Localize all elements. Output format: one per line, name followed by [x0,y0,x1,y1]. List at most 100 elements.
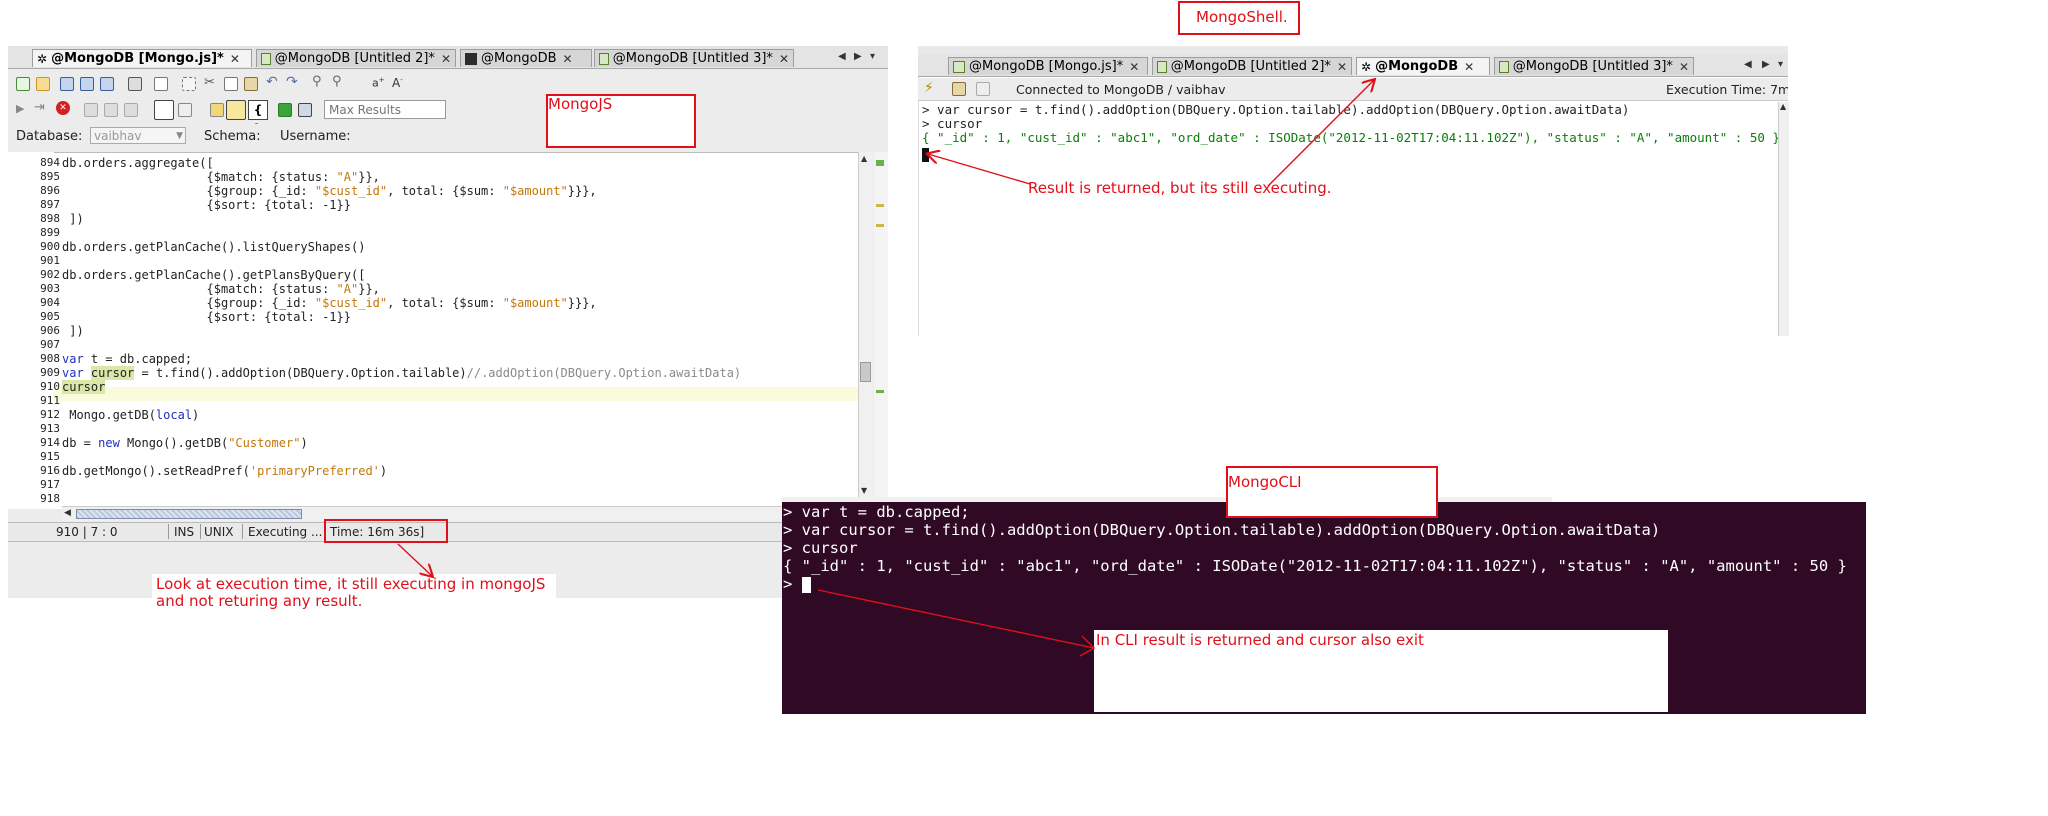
output-icon[interactable] [178,103,192,117]
save-all-icon[interactable] [100,77,114,91]
mongodb-icon [1499,60,1509,73]
paste-icon[interactable] [952,82,966,96]
mongoshell-toolbar: ⚡ Connected to MongoDB / vaibhav Executi… [918,78,1788,101]
stop-icon[interactable]: ✕ [56,101,70,115]
save-icon[interactable] [60,77,74,91]
find-replace-icon[interactable]: ⚲ [332,74,342,89]
explain-icon[interactable] [84,103,98,117]
cli-prompt: > [783,575,802,593]
tab-scroll-left-icon[interactable]: ◀ [838,51,846,62]
editor-hscrollbar[interactable]: ◀ ▶ [62,506,858,521]
overview-ruler [874,152,888,498]
ruler-marker [876,160,884,166]
run-step-icon[interactable]: ⇥ [34,100,45,115]
tab-untitled-3[interactable]: @MongoDB [Untitled 3]* ✕ [594,49,794,67]
braces-icon[interactable]: { } [248,100,268,136]
export-icon[interactable] [278,103,292,117]
close-icon[interactable]: ✕ [1129,58,1139,76]
copy-icon[interactable] [224,77,238,91]
undo-icon[interactable]: ↶ [266,74,278,90]
annotation-mongocli-label: MongoCLI [1228,473,1302,491]
divider [242,524,243,539]
decrease-font-icon[interactable]: A- [392,76,403,90]
close-icon[interactable]: ✕ [779,50,789,68]
tab-untitled-2[interactable]: @MongoDB [Untitled 2]* ✕ [1152,57,1352,75]
schema-label: Schema: [204,129,261,144]
chevron-down-icon: ▼ [176,131,183,141]
paste-icon[interactable] [244,77,258,91]
redo-icon[interactable]: ↷ [286,74,298,90]
open-folder-icon[interactable] [36,77,50,91]
tab-scroll-right-icon[interactable]: ▶ [1762,59,1770,70]
run-icon[interactable]: ▶ [16,102,24,115]
code-line: cursor [62,380,106,394]
shell-cursor [922,148,929,162]
close-icon[interactable]: ✕ [441,50,451,68]
grid-icon[interactable] [210,103,224,117]
mongodb-icon [465,52,477,65]
code-line: db = new Mongo().getDB("Customer") [62,436,308,450]
tab-scroll-right-icon[interactable]: ▶ [854,51,862,62]
code-line: {$match: {status: "A"}}, [62,282,380,296]
cli-line: { "_id" : 1, "cust_id" : "abc1", "ord_da… [783,557,1847,575]
toggle-result-icon[interactable] [154,100,174,120]
json-toggle-icon[interactable] [226,100,246,120]
tab-loading-icon: ✲ [1361,59,1372,74]
select-icon[interactable] [182,77,196,91]
tab-list-icon[interactable]: ▾ [870,51,875,62]
tab-mongo-js[interactable]: @MongoDB [Mongo.js]* ✕ [948,57,1148,75]
comment-icon[interactable] [124,103,138,117]
tab-untitled-3[interactable]: @MongoDB [Untitled 3]* ✕ [1494,57,1694,75]
close-icon[interactable]: ✕ [1679,58,1689,76]
connect-icon[interactable]: ⚡ [924,80,934,96]
close-icon[interactable]: ✕ [230,50,240,68]
shell-command-line: > var cursor = t.find().addOption(DBQuer… [922,102,1630,117]
scroll-left-icon[interactable]: ◀ [64,508,71,518]
mongodb-icon [1157,60,1167,73]
cut-icon[interactable]: ✂ [204,75,215,90]
username-label: Username: [280,129,351,144]
tab-mongo-js[interactable]: ✲ @MongoDB [Mongo.js]* ✕ [32,49,252,67]
close-icon[interactable]: ✕ [1337,58,1347,76]
save-as-icon[interactable] [80,77,94,91]
find-icon[interactable]: ⚲ [312,74,322,89]
scroll-thumb[interactable] [860,362,871,382]
close-icon[interactable]: ✕ [563,50,573,68]
tab-mongodb[interactable]: ✲ @MongoDB ✕ [1356,57,1490,75]
shell-vscrollbar[interactable]: ▲ [1778,102,1789,336]
mongoshell-top-strip [918,46,1788,54]
scroll-down-icon[interactable]: ▼ [861,486,867,495]
editor-vscrollbar[interactable]: ▲ ▼ [858,152,873,498]
ruler-marker [876,224,884,227]
scroll-up-icon[interactable]: ▲ [1780,102,1786,111]
divider [200,524,201,539]
tab-mongodb[interactable]: @MongoDB ✕ [460,49,592,67]
format-icon[interactable] [104,103,118,117]
code-line: {$group: {_id: "$cust_id", total: {$sum:… [62,184,597,198]
annotation-cli-note: In CLI result is returned and cursor als… [1096,631,1424,649]
print-icon[interactable] [128,77,142,91]
mongojs-toolbar-2: ▶ ⇥ ✕ { } [8,96,888,136]
tab-list-icon[interactable]: ▾ [1778,59,1783,70]
execution-state: Executing ... [248,525,323,539]
new-file-icon[interactable] [16,77,30,91]
code-line: db.getMongo().setReadPref('primaryPrefer… [62,464,388,478]
code-line: var t = db.capped; [62,352,193,366]
close-icon[interactable]: ✕ [1464,58,1474,76]
hscroll-thumb[interactable] [76,509,302,519]
shell-result-line: { "_id" : 1, "cust_id" : "abc1", "ord_da… [922,130,1780,145]
insert-mode: INS [174,525,195,539]
schema-icon[interactable] [298,103,312,117]
clear-icon[interactable] [976,82,990,96]
annotation-mongojs-label: MongoJS [548,95,613,113]
scroll-up-icon[interactable]: ▲ [861,154,867,163]
cursor-position: 910 | 7 : 0 [56,525,118,539]
tab-scroll-left-icon[interactable]: ◀ [1744,59,1752,70]
max-results-input[interactable] [324,100,446,119]
tab-untitled-2[interactable]: @MongoDB [Untitled 2]* ✕ [256,49,456,67]
increase-font-icon[interactable]: a+ [372,76,385,90]
new-page-icon[interactable] [154,77,168,91]
database-select[interactable]: vaibhav ▼ [90,127,186,144]
tab-loading-icon: ✲ [37,51,48,66]
mongodb-icon [953,60,965,73]
